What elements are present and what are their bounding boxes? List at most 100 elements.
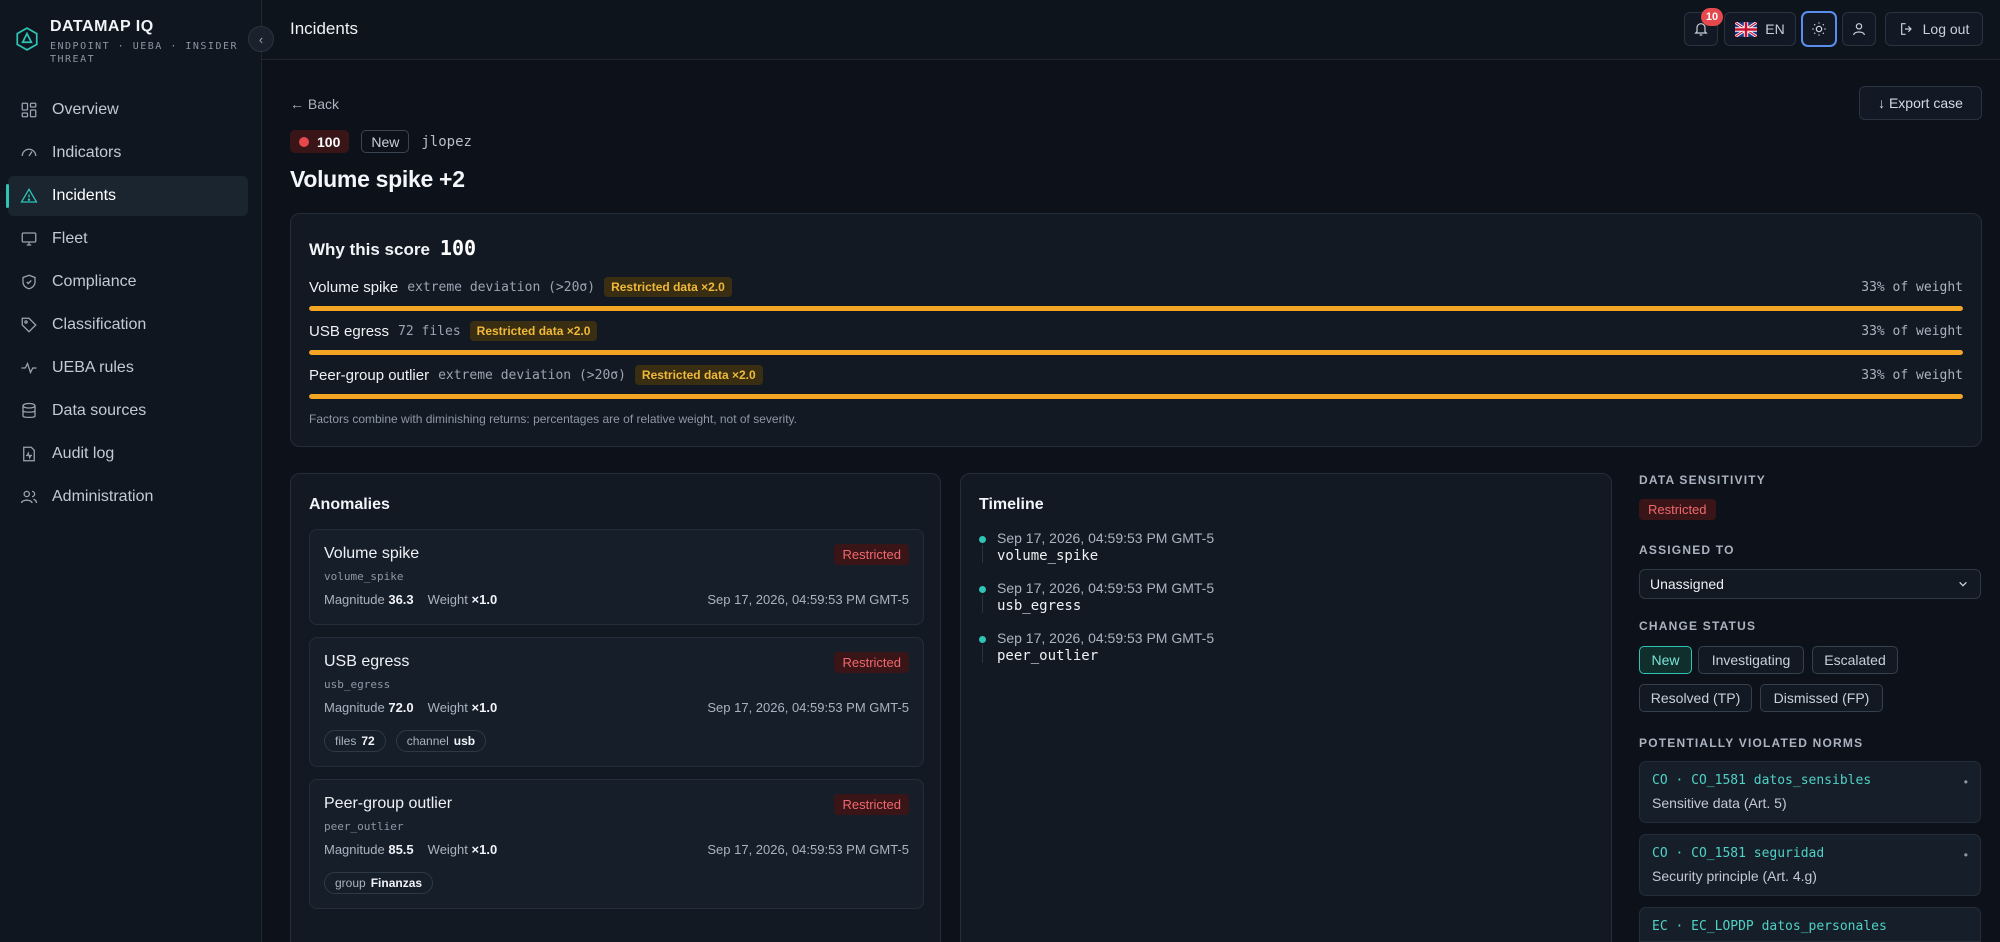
profile-button[interactable] bbox=[1842, 12, 1876, 46]
anomaly-code: volume_spike bbox=[324, 570, 404, 583]
why-score-card: Why this score 100 Volume spike extreme … bbox=[290, 213, 1982, 447]
status-resolved-button[interactable]: Resolved (TP) bbox=[1639, 684, 1752, 712]
factor-weight-fill bbox=[309, 350, 1963, 355]
status-new-button[interactable]: New bbox=[1639, 646, 1692, 674]
language-button[interactable]: EN bbox=[1724, 12, 1796, 46]
timeline-code: volume_spike bbox=[997, 548, 1099, 564]
sidebar-item-data-sources[interactable]: Data sources bbox=[8, 391, 248, 431]
anomaly-item[interactable]: Peer-group outlier peer_outlier Restrict… bbox=[309, 779, 924, 909]
sidebar-item-administration[interactable]: Administration bbox=[8, 477, 248, 517]
anomaly-stats: Magnitude 85.5 Weight ×1.0 bbox=[324, 842, 497, 857]
factor-weight: 33% of weight bbox=[1861, 323, 1963, 339]
score-factor: Volume spike extreme deviation (>20σ) Re… bbox=[309, 276, 1963, 311]
score-factor: USB egress 72 files Restricted data ×2.0… bbox=[309, 320, 1963, 355]
anomaly-name: USB egress bbox=[324, 653, 410, 670]
sidebar-item-audit-log[interactable]: Audit log bbox=[8, 434, 248, 474]
sidebar-item-overview[interactable]: Overview bbox=[8, 90, 248, 130]
norm-indicator-icon: • bbox=[1963, 848, 1968, 862]
anomaly-code: peer_outlier bbox=[324, 820, 404, 833]
anomaly-sensitivity-chip: Restricted bbox=[834, 544, 909, 565]
timeline-code: usb_egress bbox=[997, 598, 1082, 614]
notifications-button[interactable]: 10 bbox=[1684, 8, 1723, 46]
norm-code: CO · CO_1581 datos_sensibles bbox=[1652, 773, 1872, 788]
weight-label: Weight bbox=[427, 700, 468, 715]
norm-item[interactable]: CO · CO_1581 seguridad Security principl… bbox=[1639, 834, 1981, 896]
user-tag[interactable]: jlopez bbox=[421, 134, 472, 150]
sidebar-item-classification[interactable]: Classification bbox=[8, 305, 248, 345]
status-dismissed-button[interactable]: Dismissed (FP) bbox=[1760, 684, 1883, 712]
page-header-title: Incidents bbox=[290, 19, 359, 38]
anomaly-item[interactable]: USB egress usb_egress Restricted Magnitu… bbox=[309, 637, 924, 767]
weight-label: Weight bbox=[427, 842, 468, 857]
sidebar-nav: Overview Indicators Incidents Fleet Comp… bbox=[6, 90, 248, 520]
anomalies-title: Anomalies bbox=[309, 496, 390, 513]
assignee-select[interactable]: Unassigned bbox=[1639, 569, 1981, 599]
norm-item[interactable]: CO · CO_1581 datos_sensibles Sensitive d… bbox=[1639, 761, 1981, 823]
chevron-left-icon: ‹ bbox=[258, 31, 264, 47]
status-escalated-button[interactable]: Escalated bbox=[1812, 646, 1898, 674]
sidebar-item-label: Audit log bbox=[52, 445, 115, 462]
factor-multiplier-chip: Restricted data ×2.0 bbox=[604, 277, 732, 297]
why-score-header: Why this score 100 bbox=[309, 236, 476, 260]
topbar: Incidents 10 EN Log out bbox=[262, 0, 2000, 60]
sidebar-item-label: Overview bbox=[52, 101, 119, 118]
anomaly-stats: Magnitude 72.0 Weight ×1.0 bbox=[324, 700, 497, 715]
database-icon bbox=[22, 402, 36, 419]
sensitivity-label: DATA SENSITIVITY bbox=[1639, 473, 1766, 487]
sidebar-item-fleet[interactable]: Fleet bbox=[8, 219, 248, 259]
anomaly-sensitivity-chip: Restricted bbox=[834, 652, 909, 673]
anomaly-tags: group Finanzas bbox=[324, 872, 434, 894]
brand[interactable]: DATAMAP IQ ENDPOINT · UEBA · INSIDER THR… bbox=[14, 18, 245, 66]
anomaly-stats: Magnitude 36.3 Weight ×1.0 bbox=[324, 592, 497, 607]
shield-check-icon bbox=[22, 274, 36, 290]
users-icon bbox=[20, 490, 38, 504]
timeline-card: Timeline Sep 17, 2026, 04:59:53 PM GMT-5… bbox=[960, 473, 1612, 942]
monitor-icon bbox=[21, 232, 37, 246]
factor-name: Peer-group outlier bbox=[309, 366, 430, 384]
sidebar-item-label: Data sources bbox=[52, 402, 147, 419]
timeline-timestamp: Sep 17, 2026, 04:59:53 PM GMT-5 bbox=[997, 630, 1215, 646]
weight-value: ×1.0 bbox=[471, 842, 498, 857]
anomaly-name: Volume spike bbox=[324, 545, 420, 562]
back-link[interactable]: ← Back bbox=[290, 96, 339, 112]
sun-icon bbox=[1812, 22, 1826, 36]
factor-weight-fill bbox=[309, 306, 1963, 311]
sidebar-item-ueba-rules[interactable]: UEBA rules bbox=[8, 348, 248, 388]
anomaly-tag: group Finanzas bbox=[324, 872, 434, 894]
norm-code: CO · CO_1581 seguridad bbox=[1652, 846, 1825, 861]
anomalies-card: Anomalies Volume spike volume_spike Rest… bbox=[290, 473, 941, 942]
timeline-dot-icon bbox=[979, 636, 986, 643]
anomaly-tag: files 72 bbox=[324, 730, 386, 752]
logout-icon bbox=[1900, 23, 1912, 35]
factor-weight: 33% of weight bbox=[1861, 367, 1963, 383]
brand-subtitle: ENDPOINT · UEBA · INSIDER THREAT bbox=[50, 41, 239, 65]
score-badge-value: 100 bbox=[317, 133, 341, 150]
factor-weight-bar bbox=[309, 394, 1963, 399]
sidebar-item-compliance[interactable]: Compliance bbox=[8, 262, 248, 302]
factor-detail: extreme deviation (>20σ) bbox=[438, 367, 626, 383]
sidebar-item-incidents[interactable]: Incidents bbox=[6, 176, 248, 216]
norm-item[interactable]: EC · EC_LOPDP datos_personales bbox=[1639, 907, 1981, 942]
anomaly-item[interactable]: Volume spike volume_spike Restricted Mag… bbox=[309, 529, 924, 625]
incident-meta: 100 New jlopez bbox=[290, 130, 472, 153]
anomaly-tag: channel usb bbox=[395, 730, 487, 752]
anomaly-timestamp: Sep 17, 2026, 04:59:53 PM GMT-5 bbox=[707, 842, 909, 857]
sidebar-item-label: UEBA rules bbox=[52, 359, 134, 376]
brand-name: DATAMAP IQ bbox=[50, 18, 154, 35]
uk-flag-icon bbox=[1735, 21, 1758, 37]
norm-indicator-icon: • bbox=[1963, 775, 1968, 789]
timeline-dot-icon bbox=[979, 586, 986, 593]
export-case-button[interactable]: ↓ Export case bbox=[1859, 86, 1982, 120]
language-label: EN bbox=[1765, 21, 1785, 37]
sidebar-item-label: Administration bbox=[52, 488, 154, 505]
sidebar-item-indicators[interactable]: Indicators bbox=[8, 133, 248, 173]
status-investigating-button[interactable]: Investigating bbox=[1698, 646, 1804, 674]
factor-weight-bar bbox=[309, 350, 1963, 355]
logout-button[interactable]: Log out bbox=[1885, 12, 1983, 46]
sidebar-item-label: Classification bbox=[52, 316, 147, 333]
factor-name: Volume spike bbox=[309, 278, 399, 296]
why-score-footnote: Factors combine with diminishing returns… bbox=[309, 412, 798, 426]
theme-toggle-button[interactable] bbox=[1802, 12, 1836, 46]
sidebar-collapse-button[interactable]: ‹ bbox=[248, 26, 274, 52]
chevron-down-icon bbox=[1959, 581, 1967, 587]
